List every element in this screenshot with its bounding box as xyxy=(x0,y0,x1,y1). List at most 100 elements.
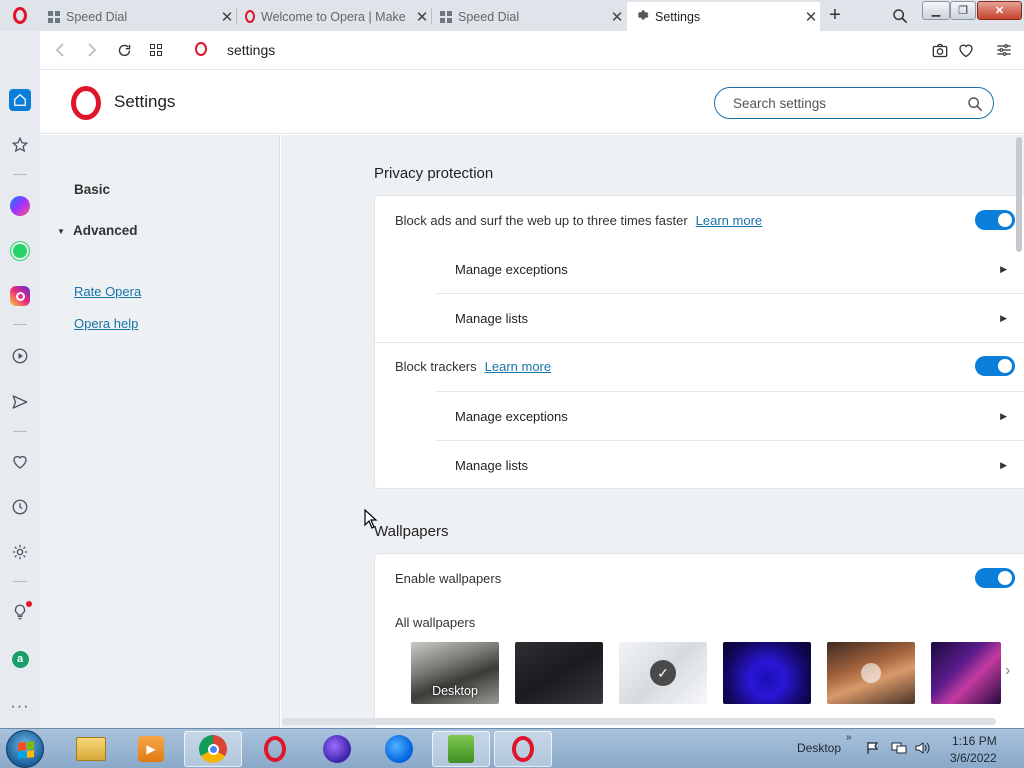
messenger-button[interactable] xyxy=(0,192,40,220)
caret-right-icon: ▶ xyxy=(1000,312,1007,323)
close-tab-icon[interactable]: ✕ xyxy=(608,8,626,26)
history-button[interactable] xyxy=(0,493,40,521)
ads-manage-exceptions-row[interactable]: Manage exceptions ▶ xyxy=(436,245,1024,294)
clock-time[interactable]: 1:16 PM xyxy=(952,734,997,748)
clock-date[interactable]: 3/6/2022 xyxy=(950,751,997,765)
snapshot-button[interactable] xyxy=(928,31,952,69)
chevron-right-icon[interactable]: › xyxy=(1005,662,1010,680)
taskbar-firefox-dev[interactable] xyxy=(308,731,366,767)
plant-app-icon xyxy=(448,735,474,763)
wallpaper-thumb-light[interactable]: ✓ xyxy=(619,642,707,704)
manage-lists-label: Manage lists xyxy=(455,457,528,473)
search-tabs-icon[interactable] xyxy=(886,0,914,31)
wallpaper-thumb-desktop[interactable]: Desktop xyxy=(411,642,499,704)
windows-logo-icon xyxy=(18,741,34,759)
taskbar-chrome[interactable] xyxy=(184,731,242,767)
menu-item-advanced[interactable]: Advanced xyxy=(73,223,138,238)
caret-right-icon: ▶ xyxy=(1000,410,1007,421)
tab-speed-dial-1[interactable]: Speed Dial ✕ xyxy=(40,2,236,31)
taskbar-firefox[interactable] xyxy=(370,731,428,767)
wallpaper-thumb-video[interactable] xyxy=(827,642,915,704)
trackers-manage-lists-row[interactable]: Manage lists ▶ xyxy=(436,440,1024,489)
enable-wallpapers-row: Enable wallpapers xyxy=(375,554,1024,603)
wallpaper-thumb-neon[interactable] xyxy=(931,642,1001,704)
tab-speed-dial-2[interactable]: Speed Dial ✕ xyxy=(432,2,626,31)
new-tab-button[interactable]: + xyxy=(820,0,850,31)
instagram-icon xyxy=(10,286,30,306)
menu-item-basic[interactable]: Basic xyxy=(74,182,110,197)
home-button[interactable] xyxy=(0,86,40,114)
tab-title: Welcome to Opera | Make xyxy=(261,9,406,24)
desktop-toolbar-label[interactable]: Desktop xyxy=(797,741,841,755)
vertical-scrollbar[interactable] xyxy=(1014,135,1024,720)
minimize-window-button[interactable]: ▁ xyxy=(922,1,950,20)
tab-title: Speed Dial xyxy=(66,9,128,24)
close-window-button[interactable]: ✕ xyxy=(977,1,1022,20)
bookmark-heart-button[interactable] xyxy=(954,31,978,69)
firefox-icon xyxy=(385,735,413,763)
grid-icon xyxy=(150,44,162,56)
taskbar-media-player[interactable]: ▶ xyxy=(122,731,180,767)
restore-window-button[interactable]: ❐ xyxy=(950,1,976,20)
tabs-overview-button[interactable] xyxy=(146,31,166,69)
settings-header: Settings xyxy=(40,70,1024,134)
block-trackers-toggle[interactable] xyxy=(975,356,1015,376)
more-icon[interactable]: ··· xyxy=(0,693,40,721)
forward-button[interactable] xyxy=(82,31,102,69)
settings-button[interactable] xyxy=(0,538,40,566)
block-trackers-learn-more-link[interactable]: Learn more xyxy=(485,359,551,374)
taskbar-opera[interactable] xyxy=(246,731,304,767)
tab-settings[interactable]: Settings ✕ xyxy=(627,2,820,31)
enable-wallpapers-toggle[interactable] xyxy=(975,568,1015,588)
wallpaper-thumb-dark[interactable] xyxy=(515,642,603,704)
selected-check-icon: ✓ xyxy=(650,660,676,686)
network-icon[interactable] xyxy=(891,741,907,758)
reload-button[interactable] xyxy=(114,31,134,69)
tips-button[interactable] xyxy=(0,599,40,627)
chevron-double-right-icon[interactable]: » xyxy=(846,732,852,743)
aria-button[interactable]: a xyxy=(0,645,40,673)
sidebar-divider xyxy=(13,581,27,582)
opera-menu-button[interactable] xyxy=(0,0,40,31)
send-icon xyxy=(12,395,28,409)
search-settings-box[interactable] xyxy=(714,87,994,119)
trackers-manage-exceptions-row[interactable]: Manage exceptions ▶ xyxy=(436,391,1024,440)
instagram-button[interactable] xyxy=(0,282,40,310)
url-field[interactable]: settings xyxy=(227,42,275,58)
close-tab-icon[interactable]: ✕ xyxy=(413,8,431,26)
caret-right-icon: ▶ xyxy=(1000,459,1007,470)
back-button[interactable] xyxy=(50,31,70,69)
my-flow-button[interactable] xyxy=(0,388,40,416)
play-icon xyxy=(861,663,881,683)
horizontal-scrollbar[interactable] xyxy=(282,718,996,725)
taskbar-app-plant[interactable] xyxy=(432,731,490,767)
opera-logo-icon xyxy=(13,7,27,24)
player-button[interactable] xyxy=(0,342,40,370)
settings-left-menu: Basic ▼ Advanced Rate Opera Opera help xyxy=(40,135,280,728)
enable-wallpapers-label: Enable wallpapers xyxy=(395,571,502,586)
opera-icon xyxy=(264,736,286,762)
search-settings-input[interactable] xyxy=(733,95,953,111)
ads-manage-lists-row[interactable]: Manage lists ▶ xyxy=(436,293,1024,342)
wallpaper-thumb-purple[interactable] xyxy=(723,642,811,704)
bookmarks-button[interactable] xyxy=(0,448,40,476)
taskbar-opera-active[interactable] xyxy=(494,731,552,767)
close-tab-icon[interactable]: ✕ xyxy=(802,8,820,26)
easy-setup-button[interactable] xyxy=(992,31,1016,69)
whatsapp-button[interactable] xyxy=(0,237,40,265)
tab-welcome-opera[interactable]: Welcome to Opera | Make ✕ xyxy=(237,2,431,31)
block-ads-learn-more-link[interactable]: Learn more xyxy=(696,213,762,228)
speed-dial-icon xyxy=(48,10,60,23)
flag-icon[interactable] xyxy=(866,741,880,758)
rate-opera-link[interactable]: Rate Opera xyxy=(74,284,141,299)
opera-help-link[interactable]: Opera help xyxy=(74,316,138,331)
speed-dial-star-button[interactable] xyxy=(0,131,40,159)
block-ads-toggle[interactable] xyxy=(975,210,1015,230)
block-ads-label: Block ads and surf the web up to three t… xyxy=(395,213,688,228)
volume-icon[interactable] xyxy=(915,741,931,758)
start-button[interactable] xyxy=(6,730,44,768)
home-icon xyxy=(9,89,31,111)
sidebar-divider xyxy=(13,324,27,325)
taskbar-file-explorer[interactable] xyxy=(62,731,120,767)
close-tab-icon[interactable]: ✕ xyxy=(218,8,236,26)
